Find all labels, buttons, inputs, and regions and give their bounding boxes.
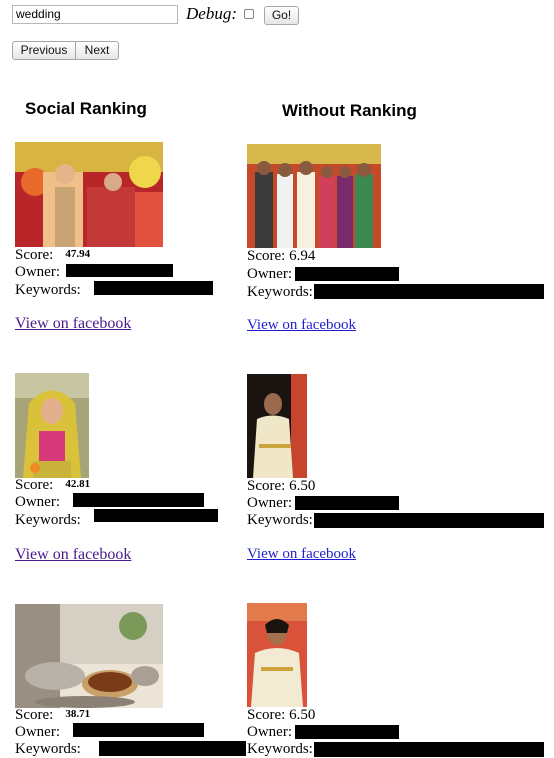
score-line: Score: 6.94	[247, 248, 316, 264]
owner-label: Owner:	[247, 724, 292, 740]
owner-label: Owner:	[15, 264, 60, 280]
view-on-facebook-link[interactable]: View on facebook	[15, 546, 131, 564]
owner-label: Owner:	[15, 724, 60, 740]
owner-label: Owner:	[247, 495, 292, 511]
redacted-keywords	[99, 741, 246, 756]
redacted-owner	[66, 264, 173, 277]
debug-checkbox[interactable]	[244, 9, 254, 19]
score-value: 42.81	[65, 478, 91, 490]
previous-button[interactable]: Previous	[12, 41, 76, 60]
view-on-facebook-link[interactable]: View on facebook	[15, 315, 131, 333]
view-on-facebook-link[interactable]: View on facebook	[247, 317, 356, 334]
score-value: 38.71	[65, 708, 91, 720]
score-value: 47.94	[65, 248, 91, 260]
score-line: Score: 6.50	[247, 478, 316, 494]
redacted-keywords	[94, 509, 218, 522]
result-photo[interactable]	[15, 373, 89, 478]
redacted-keywords	[314, 513, 544, 528]
redacted-keywords	[314, 742, 544, 757]
result-photo[interactable]	[247, 603, 307, 707]
result-photo[interactable]	[247, 374, 307, 478]
social-ranking-heading: Social Ranking	[25, 99, 147, 118]
owner-label: Owner:	[247, 266, 292, 282]
result-photo[interactable]	[15, 604, 163, 708]
score-line: Score: 6.50	[247, 707, 316, 723]
keywords-label: Keywords:	[247, 741, 313, 757]
redacted-owner	[295, 496, 399, 510]
keywords-label: Keywords:	[15, 512, 81, 528]
keywords-label: Keywords:	[15, 282, 81, 298]
go-button[interactable]: Go!	[264, 6, 299, 25]
redacted-owner	[73, 723, 204, 737]
redacted-owner	[295, 267, 399, 281]
keywords-label: Keywords:	[247, 284, 313, 300]
score-label: Score:	[15, 707, 54, 723]
score-label: Score:	[15, 477, 54, 493]
next-button[interactable]: Next	[75, 41, 119, 60]
debug-label: Debug:	[186, 4, 237, 23]
result-photo[interactable]	[15, 142, 163, 247]
result-photo[interactable]	[247, 144, 381, 248]
owner-label: Owner:	[15, 494, 60, 510]
score-line: Score: 47.94	[15, 247, 90, 265]
redacted-keywords	[94, 281, 213, 295]
keywords-label: Keywords:	[247, 512, 313, 528]
view-on-facebook-link[interactable]: View on facebook	[247, 546, 356, 563]
redacted-owner	[73, 493, 204, 507]
keywords-label: Keywords:	[15, 741, 81, 757]
without-ranking-heading: Without Ranking	[282, 101, 417, 120]
redacted-owner	[295, 725, 399, 739]
score-label: Score:	[15, 247, 54, 263]
redacted-keywords	[314, 284, 544, 299]
search-input[interactable]: wedding	[12, 5, 178, 24]
